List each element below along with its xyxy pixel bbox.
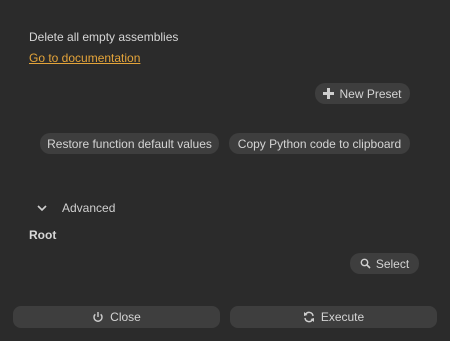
root-label: Root xyxy=(29,228,57,242)
restore-defaults-label: Restore function default values xyxy=(47,136,212,151)
chevron-down-icon xyxy=(36,202,48,214)
restore-defaults-button[interactable]: Restore function default values xyxy=(40,133,219,154)
execute-label: Execute xyxy=(320,310,365,324)
select-root-button[interactable]: Select xyxy=(350,253,419,274)
refresh-icon xyxy=(303,311,315,323)
advanced-section-toggle[interactable]: Advanced xyxy=(36,201,115,215)
advanced-label: Advanced xyxy=(62,201,116,215)
power-icon xyxy=(92,311,104,323)
close-label: Close xyxy=(110,310,141,324)
copy-python-code-button[interactable]: Copy Python code to clipboard xyxy=(229,133,410,154)
documentation-link[interactable]: Go to documentation xyxy=(29,51,140,65)
copy-python-code-label: Copy Python code to clipboard xyxy=(237,136,402,151)
new-preset-button[interactable]: New Preset xyxy=(315,83,410,104)
function-description: Delete all empty assemblies xyxy=(29,30,179,44)
search-icon xyxy=(360,258,371,269)
execute-button[interactable]: Execute xyxy=(230,306,437,328)
plus-icon xyxy=(323,88,335,99)
close-button[interactable]: Close xyxy=(13,306,220,328)
new-preset-label: New Preset xyxy=(339,86,402,101)
select-label: Select xyxy=(375,256,410,271)
